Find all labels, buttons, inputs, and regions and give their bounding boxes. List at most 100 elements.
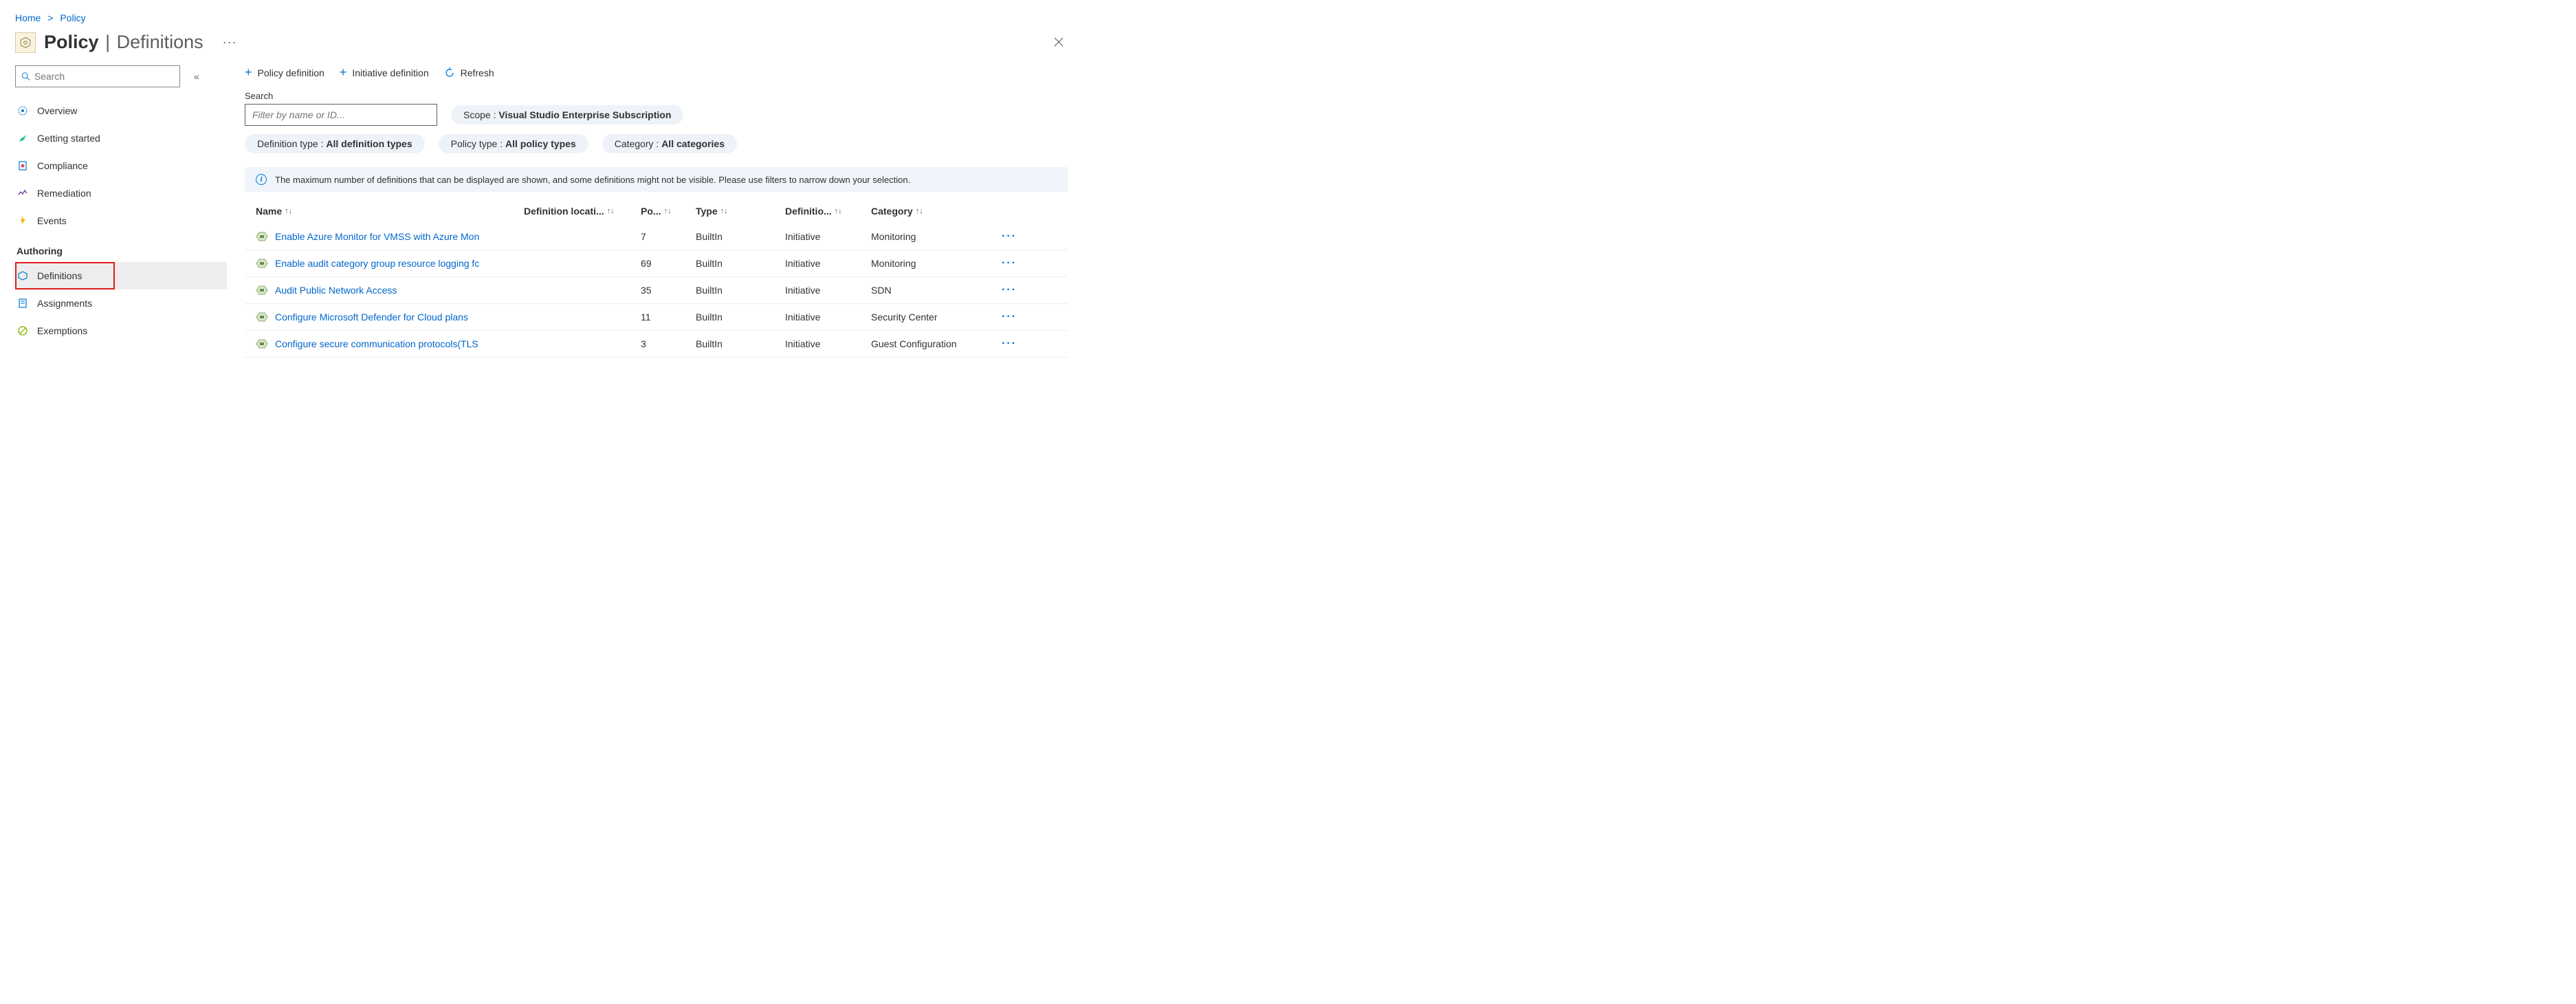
cell-category: Monitoring xyxy=(871,231,1002,242)
cell-policies: 69 xyxy=(641,258,696,269)
new-policy-definition-button[interactable]: + Policy definition xyxy=(245,65,324,80)
col-policies[interactable]: Po... ↑↓ xyxy=(641,206,696,217)
table-row: Audit Public Network Access35BuiltInInit… xyxy=(245,277,1068,304)
cell-policies: 3 xyxy=(641,338,696,349)
title-thin: Definitions xyxy=(117,32,203,52)
sidebar-search-input[interactable] xyxy=(34,71,174,82)
sidebar-item-label: Events xyxy=(37,215,67,226)
sort-icon: ↑↓ xyxy=(916,207,923,215)
sidebar-item-exemptions[interactable]: Exemptions xyxy=(15,317,227,345)
cell-category: Monitoring xyxy=(871,258,1002,269)
col-category[interactable]: Category ↑↓ xyxy=(871,206,1002,217)
collapse-sidebar-icon[interactable]: « xyxy=(194,71,199,82)
refresh-icon xyxy=(444,67,455,78)
pill-value: All policy types xyxy=(505,138,576,149)
toolbar: + Policy definition + Initiative definit… xyxy=(245,65,1068,91)
breadcrumb-home[interactable]: Home xyxy=(15,12,41,23)
cell-definition: Initiative xyxy=(785,285,871,296)
definition-link[interactable]: Audit Public Network Access xyxy=(275,285,397,296)
cell-policies: 35 xyxy=(641,285,696,296)
cell-type: BuiltIn xyxy=(696,258,785,269)
scope-filter-pill[interactable]: Scope : Visual Studio Enterprise Subscri… xyxy=(451,105,683,124)
cell-type: BuiltIn xyxy=(696,312,785,323)
sidebar-section-authoring: Authoring xyxy=(15,234,227,262)
definition-link[interactable]: Configure Microsoft Defender for Cloud p… xyxy=(275,312,468,323)
sidebar-item-events[interactable]: Events xyxy=(15,207,227,234)
refresh-button[interactable]: Refresh xyxy=(444,65,494,80)
table-row: Configure secure communication protocols… xyxy=(245,331,1068,358)
cell-definition: Initiative xyxy=(785,312,871,323)
compliance-icon xyxy=(16,160,29,172)
col-name[interactable]: Name ↑↓ xyxy=(256,206,524,217)
breadcrumb-policy[interactable]: Policy xyxy=(60,12,85,23)
definition-link[interactable]: Enable audit category group resource log… xyxy=(275,258,479,269)
sort-icon: ↑↓ xyxy=(664,207,672,215)
cell-category: SDN xyxy=(871,285,1002,296)
sidebar-item-label: Remediation xyxy=(37,188,91,199)
overview-icon xyxy=(16,105,29,117)
sidebar-item-label: Exemptions xyxy=(37,325,87,336)
sidebar-item-assignments[interactable]: Assignments xyxy=(15,290,227,317)
col-definition-location[interactable]: Definition locati... ↑↓ xyxy=(524,206,641,217)
sidebar-item-definitions[interactable]: Definitions xyxy=(15,262,227,290)
table-header-row: Name ↑↓ Definition locati... ↑↓ Po... ↑↓… xyxy=(245,196,1068,223)
definitions-table: Name ↑↓ Definition locati... ↑↓ Po... ↑↓… xyxy=(245,196,1068,358)
sidebar-item-overview[interactable]: Overview xyxy=(15,97,227,124)
definition-link[interactable]: Enable Azure Monitor for VMSS with Azure… xyxy=(275,231,479,242)
search-label: Search xyxy=(245,91,1068,101)
row-actions-button[interactable]: ··· xyxy=(1002,311,1029,323)
table-row: Enable Azure Monitor for VMSS with Azure… xyxy=(245,223,1068,250)
cell-category: Security Center xyxy=(871,312,1002,323)
toolbar-label: Policy definition xyxy=(258,67,324,78)
page-header: Policy | Definitions ··· xyxy=(0,28,1081,65)
plus-icon: + xyxy=(245,65,252,80)
pill-label: Scope : xyxy=(463,109,498,120)
col-type[interactable]: Type ↑↓ xyxy=(696,206,785,217)
pill-value: Visual Studio Enterprise Subscription xyxy=(498,109,671,120)
close-button[interactable] xyxy=(1050,33,1068,51)
info-icon: i xyxy=(256,174,267,185)
pill-label: Definition type : xyxy=(257,138,326,149)
cell-definition: Initiative xyxy=(785,231,871,242)
sidebar-item-label: Assignments xyxy=(37,298,92,309)
events-icon xyxy=(16,215,29,227)
cell-policies: 11 xyxy=(641,312,696,323)
definition-link[interactable]: Configure secure communication protocols… xyxy=(275,338,478,349)
pill-value: All categories xyxy=(661,138,725,149)
rocket-icon xyxy=(16,132,29,144)
cell-type: BuiltIn xyxy=(696,338,785,349)
header-more-button[interactable]: ··· xyxy=(223,35,237,50)
pill-value: All definition types xyxy=(326,138,412,149)
info-banner: i The maximum number of definitions that… xyxy=(245,167,1068,192)
sidebar-item-compliance[interactable]: Compliance xyxy=(15,152,227,179)
initiative-icon xyxy=(256,312,268,323)
sidebar-item-remediation[interactable]: Remediation xyxy=(15,179,227,207)
filter-name-input[interactable] xyxy=(245,104,437,126)
remediation-icon xyxy=(16,187,29,199)
pill-label: Policy type : xyxy=(451,138,505,149)
sidebar-item-getting-started[interactable]: Getting started xyxy=(15,124,227,152)
breadcrumb: Home > Policy xyxy=(0,0,1081,28)
row-actions-button[interactable]: ··· xyxy=(1002,257,1029,270)
toolbar-label: Refresh xyxy=(461,67,494,78)
category-filter-pill[interactable]: Category : All categories xyxy=(602,134,737,153)
row-actions-button[interactable]: ··· xyxy=(1002,338,1029,350)
definition-type-filter-pill[interactable]: Definition type : All definition types xyxy=(245,134,425,153)
col-definition[interactable]: Definitio... ↑↓ xyxy=(785,206,871,217)
info-banner-text: The maximum number of definitions that c… xyxy=(275,175,910,185)
cell-definition: Initiative xyxy=(785,258,871,269)
sidebar-item-label: Overview xyxy=(37,105,77,116)
main-content: + Policy definition + Initiative definit… xyxy=(227,65,1081,358)
new-initiative-definition-button[interactable]: + Initiative definition xyxy=(340,65,429,80)
row-actions-button[interactable]: ··· xyxy=(1002,284,1029,296)
sidebar-search[interactable] xyxy=(15,65,180,87)
row-actions-button[interactable]: ··· xyxy=(1002,230,1029,243)
initiative-icon xyxy=(256,258,268,269)
title-bold: Policy xyxy=(44,32,99,52)
sidebar-item-label: Compliance xyxy=(37,160,88,171)
table-row: Configure Microsoft Defender for Cloud p… xyxy=(245,304,1068,331)
policy-type-filter-pill[interactable]: Policy type : All policy types xyxy=(439,134,588,153)
toolbar-label: Initiative definition xyxy=(352,67,428,78)
initiative-icon xyxy=(256,338,268,349)
cell-definition: Initiative xyxy=(785,338,871,349)
